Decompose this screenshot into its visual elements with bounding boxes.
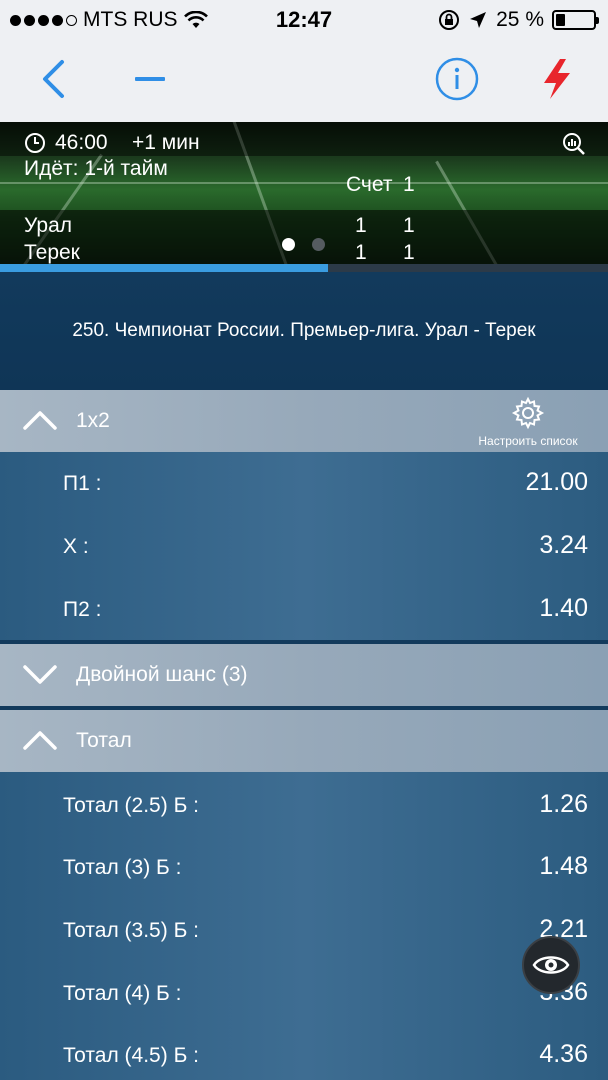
odds-row[interactable]: П1 : 21.00 [0, 452, 608, 514]
info-icon [435, 57, 479, 101]
match-progress-bar [0, 264, 608, 272]
orientation-lock-icon [439, 10, 460, 30]
eye-icon [532, 956, 570, 974]
odds-name: П1 : [63, 472, 102, 495]
gear-icon [511, 396, 545, 430]
minimize-button[interactable] [125, 54, 175, 104]
back-button[interactable] [28, 54, 78, 104]
odds-value: 3.24 [539, 531, 588, 559]
chevron-up-icon [23, 731, 57, 750]
minus-icon [135, 77, 165, 81]
team-away-name: Терек [24, 241, 80, 264]
score-period-header: 1 [403, 173, 415, 196]
live-button[interactable] [532, 54, 582, 104]
team-home-score-period: 1 [403, 214, 415, 237]
section-label: Двойной шанс (3) [76, 663, 248, 686]
section-label: Тотал [76, 729, 132, 752]
section-body-total: Тотал (2.5) Б : 1.26 Тотал (3) Б : 1.48 … [0, 772, 608, 1080]
team-away-score-period: 1 [403, 241, 415, 264]
chevron-down-icon [23, 665, 57, 684]
event-title: 250. Чемпионат России. Премьер-лига. Ура… [72, 320, 536, 341]
toggle-view-button[interactable] [522, 936, 580, 994]
chevron-up-icon [23, 411, 57, 430]
match-progress-fill [0, 264, 329, 272]
section-body-1x2: П1 : 21.00 X : 3.24 П2 : 1.40 [0, 452, 608, 640]
odds-name: X : [63, 535, 89, 558]
odds-name: П2 : [63, 598, 102, 621]
odds-row[interactable]: Тотал (2.5) Б : 1.26 [0, 774, 608, 836]
match-teams-band [0, 210, 608, 266]
odds-row[interactable]: П2 : 1.40 [0, 578, 608, 640]
section-header-total[interactable]: Тотал [0, 710, 608, 772]
customize-list-label: Настроить список [478, 434, 578, 448]
customize-list-button[interactable]: Настроить список [468, 396, 588, 448]
odds-row[interactable]: Тотал (3) Б : 1.48 [0, 836, 608, 898]
page-indicator-dot[interactable] [312, 238, 325, 251]
odds-name: Тотал (4.5) Б : [63, 1044, 200, 1067]
odds-row[interactable]: X : 3.24 [0, 515, 608, 577]
page-indicator-dot[interactable] [282, 238, 295, 251]
odds-value: 1.48 [539, 852, 588, 880]
match-header: 46:00 +1 мин Идёт: 1-й тайм Счет 1 Урал … [0, 122, 608, 272]
nav-bar [0, 40, 608, 122]
odds-name: Тотал (3.5) Б : [63, 919, 200, 942]
battery-icon [552, 10, 599, 30]
field-line [0, 182, 608, 184]
odds-name: Тотал (3) Б : [63, 856, 182, 879]
odds-name: Тотал (2.5) Б : [63, 794, 200, 817]
lightning-icon [544, 59, 570, 99]
stats-icon[interactable] [562, 132, 586, 156]
odds-row[interactable]: Тотал (4) Б : 3.36 [0, 962, 608, 1024]
odds-value: 4.36 [539, 1040, 588, 1068]
score-label: Счет [346, 173, 393, 196]
team-away-score-total: 1 [355, 241, 367, 264]
match-time: 46:00 [55, 131, 108, 154]
back-chevron-icon [43, 60, 64, 98]
odds-value: 21.00 [525, 468, 588, 496]
odds-value: 1.26 [539, 790, 588, 818]
odds-row[interactable]: Тотал (4.5) Б : 4.36 [0, 1024, 608, 1080]
battery-percent: 25 % [496, 8, 544, 31]
match-status: Идёт: 1-й тайм [24, 157, 168, 180]
section-label: 1x2 [76, 409, 110, 432]
odds-row[interactable]: Тотал (3.5) Б : 2.21 [0, 899, 608, 961]
status-bar: MTS RUS 12:47 25 % [0, 0, 608, 40]
clock-icon [25, 133, 45, 153]
status-right: 25 % [438, 8, 599, 32]
team-home-score-total: 1 [355, 214, 367, 237]
section-header-1x2[interactable]: 1x2 Настроить список [0, 390, 608, 452]
battery-fill [556, 14, 565, 26]
event-title-banner: 250. Чемпионат России. Премьер-лига. Ура… [0, 272, 608, 390]
location-arrow-icon [470, 12, 487, 28]
info-button[interactable] [432, 54, 482, 104]
odds-name: Тотал (4) Б : [63, 982, 182, 1005]
odds-value: 1.40 [539, 594, 588, 622]
match-extra-time: +1 мин [132, 131, 200, 154]
team-home-name: Урал [24, 214, 73, 237]
section-header-double-chance[interactable]: Двойной шанс (3) [0, 644, 608, 706]
